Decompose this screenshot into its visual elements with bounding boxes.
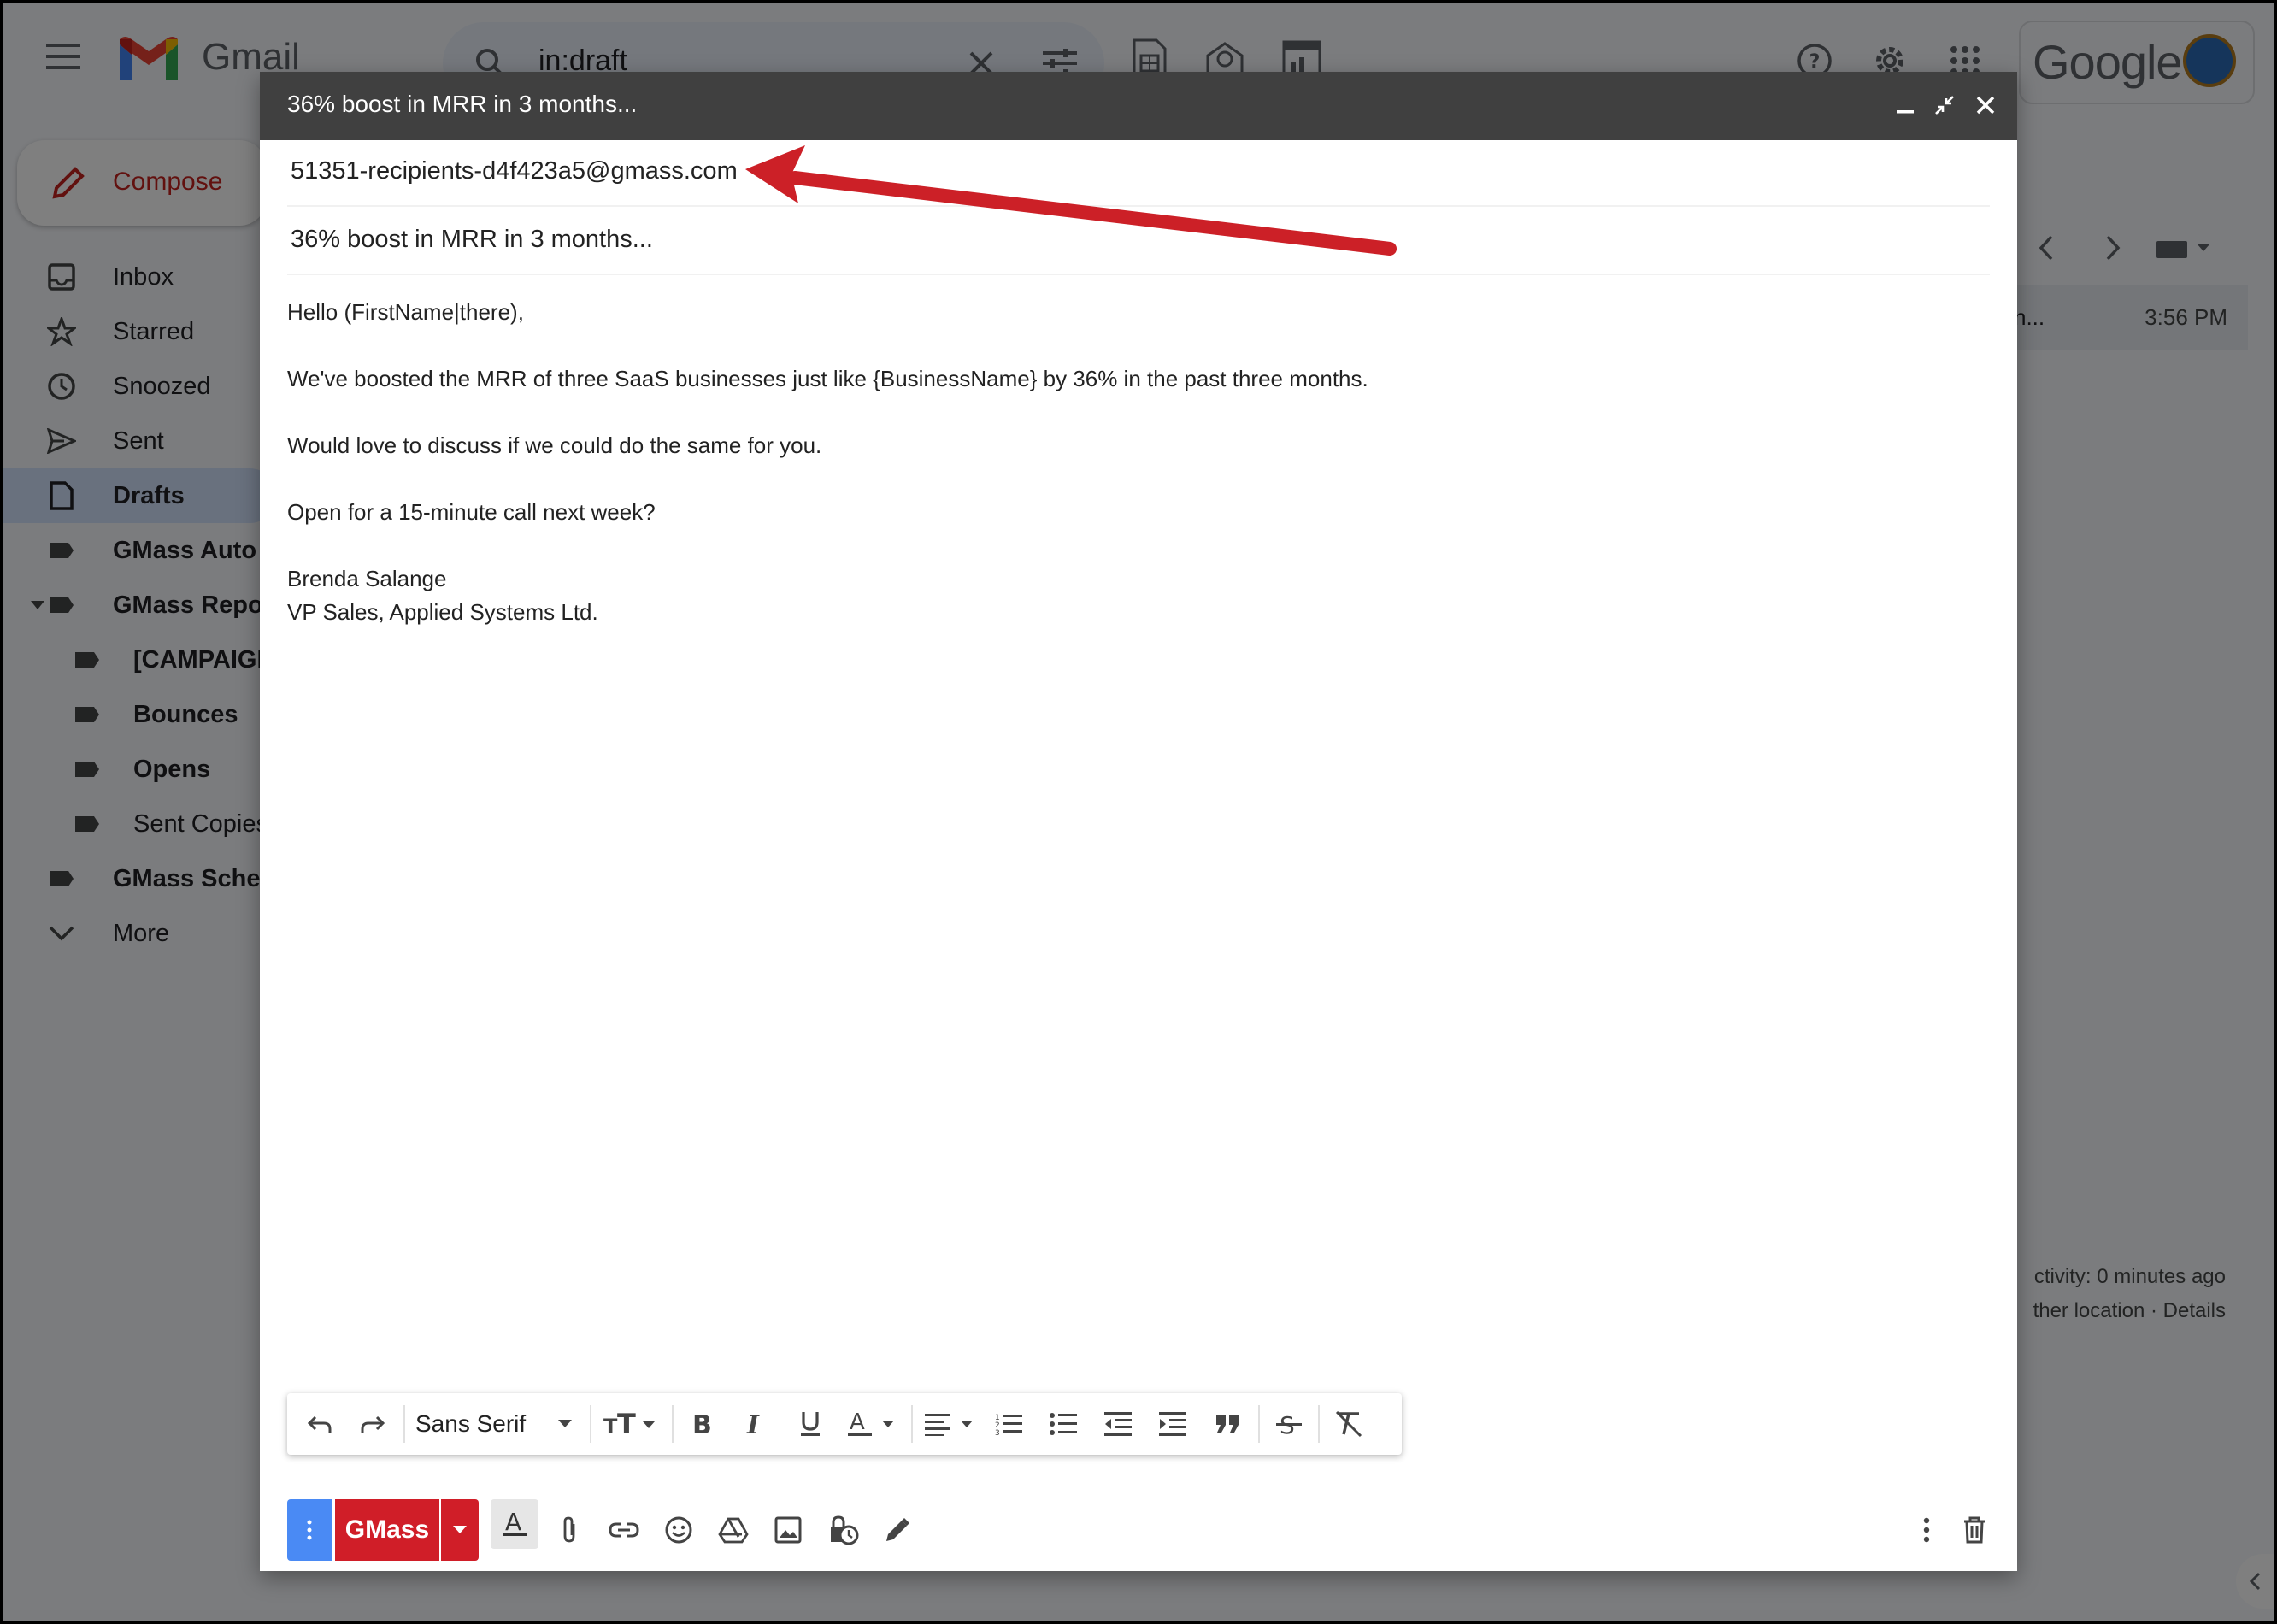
toolbar-divider (1318, 1405, 1320, 1443)
compose-dialog: 36% boost in MRR in 3 months... 51351-re… (260, 72, 2017, 1571)
discard-draft-trash-icon[interactable] (1956, 1511, 1993, 1549)
emoji-icon[interactable] (660, 1511, 697, 1549)
more-options-icon[interactable] (1908, 1511, 1945, 1549)
bulleted-list-icon[interactable] (1044, 1405, 1082, 1443)
compose-bottom-bar: GMass A (260, 1474, 2017, 1571)
redo-icon[interactable] (354, 1405, 391, 1443)
exit-fullscreen-icon[interactable] (1930, 91, 1959, 120)
compose-title: 36% boost in MRR in 3 months... (287, 91, 638, 117)
font-family-select[interactable]: Sans Serif (415, 1410, 526, 1438)
toolbar-divider (911, 1405, 913, 1443)
drive-icon[interactable] (715, 1511, 752, 1549)
svg-text:B: B (692, 1411, 712, 1437)
bold-icon[interactable]: B (682, 1405, 720, 1443)
svg-text:T: T (617, 1411, 636, 1437)
subject-input[interactable]: 36% boost in MRR in 3 months... (291, 226, 653, 254)
underline-icon[interactable] (791, 1405, 829, 1443)
formatting-options-icon[interactable]: A (491, 1499, 538, 1549)
toolbar-divider (672, 1405, 674, 1443)
body-line: We've boosted the MRR of three SaaS busi… (287, 366, 1368, 391)
indent-more-icon[interactable] (1154, 1405, 1191, 1443)
signature-name: Brenda Salange (287, 566, 447, 591)
toolbar-divider (1258, 1405, 1260, 1443)
font-dropdown-caret-icon[interactable] (552, 1405, 578, 1443)
compose-header: 36% boost in MRR in 3 months... (260, 72, 2017, 140)
link-icon[interactable] (605, 1511, 643, 1549)
body-line: Open for a 15-minute call next week? (287, 499, 656, 525)
body-greeting: Hello (FirstName|there), (287, 299, 524, 325)
quote-icon[interactable] (1209, 1405, 1246, 1443)
minimize-icon[interactable] (1891, 91, 1920, 120)
close-icon[interactable] (1971, 91, 2000, 120)
font-size-icon[interactable]: TT (602, 1405, 662, 1443)
confidential-mode-icon[interactable] (824, 1511, 862, 1549)
svg-text:A: A (505, 1509, 521, 1536)
signature-pen-icon[interactable] (879, 1511, 916, 1549)
text-color-icon[interactable]: A (846, 1405, 901, 1443)
svg-text:T: T (603, 1415, 618, 1437)
toolbar-divider (403, 1405, 405, 1443)
undo-icon[interactable] (301, 1405, 338, 1443)
signature-title: VP Sales, Applied Systems Ltd. (287, 599, 598, 625)
svg-text:3: 3 (995, 1429, 1000, 1436)
recipient-address[interactable]: 51351-recipients-d4f423a5@gmass.com (291, 157, 738, 185)
insert-photo-icon[interactable] (769, 1511, 807, 1549)
gmass-dropdown-caret-icon[interactable] (441, 1499, 479, 1561)
attach-icon[interactable] (550, 1511, 588, 1549)
svg-text:I: I (746, 1411, 760, 1437)
svg-text:A: A (850, 1410, 865, 1435)
strikethrough-icon[interactable]: S (1270, 1405, 1308, 1443)
clear-formatting-icon[interactable] (1328, 1405, 1369, 1443)
align-icon[interactable] (923, 1405, 980, 1443)
to-field[interactable]: 51351-recipients-d4f423a5@gmass.com (287, 140, 1990, 207)
indent-less-icon[interactable] (1099, 1405, 1137, 1443)
toolbar-divider (590, 1405, 591, 1443)
italic-icon[interactable]: I (737, 1405, 774, 1443)
subject-field[interactable]: 36% boost in MRR in 3 months... (287, 209, 1990, 275)
gmass-settings-button[interactable] (287, 1499, 332, 1561)
body-line: Would love to discuss if we could do the… (287, 432, 822, 458)
gmass-send-button[interactable]: GMass (335, 1499, 439, 1561)
message-body[interactable]: Hello (FirstName|there), We've boosted t… (287, 296, 1980, 629)
numbered-list-icon[interactable]: 123 (990, 1405, 1027, 1443)
formatting-toolbar: Sans Serif TT B I A 123 S (287, 1393, 1402, 1455)
